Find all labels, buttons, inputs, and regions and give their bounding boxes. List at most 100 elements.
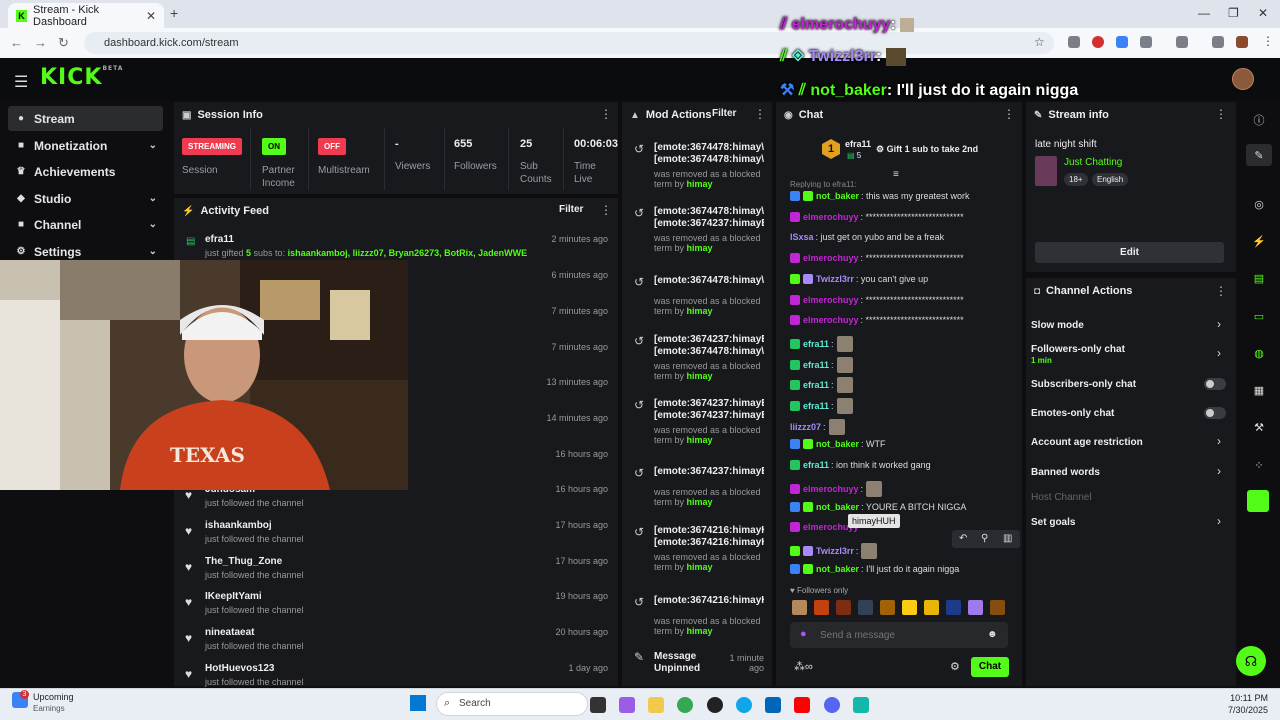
chat-message[interactable]: efra11: ion think it worked gang [790, 460, 931, 470]
feed-name[interactable]: IKeepItYami [205, 591, 262, 602]
kick-points-icon[interactable]: ⁂∞ [794, 660, 813, 673]
delete-icon[interactable]: ▥ [1003, 533, 1012, 544]
emote-picker-icon[interactable] [968, 600, 983, 615]
chat-message[interactable]: elmerochuyy: [790, 481, 883, 497]
undo-icon[interactable]: ↺ [634, 334, 644, 348]
chevron-down-icon[interactable]: ⌄ [149, 246, 157, 257]
widget-title[interactable]: Upcoming [33, 692, 74, 702]
menu-icon[interactable]: ⋮ [1262, 34, 1274, 48]
undo-icon[interactable]: ↺ [634, 142, 644, 156]
pencil-icon[interactable]: ✎ [1252, 149, 1266, 162]
chat-username[interactable]: not_baker [816, 502, 859, 512]
wrench-icon[interactable]: ⚒ [1252, 421, 1266, 434]
hamburger-menu-icon[interactable]: ☰ [14, 72, 28, 92]
mod-menu-icon[interactable]: ⋮ [754, 107, 766, 121]
chat-username[interactable]: efra11 [803, 360, 829, 370]
chat-message[interactable]: Twizzl3rr: you can't give up [790, 274, 928, 284]
reload-icon[interactable]: ↻ [58, 35, 69, 51]
chat-message[interactable]: efra11: [790, 377, 853, 393]
chat-username[interactable]: not_baker [816, 191, 859, 201]
stream-info-menu-icon[interactable]: ⋮ [1215, 107, 1227, 121]
youtube-icon[interactable] [794, 697, 810, 713]
url-field[interactable]: dashboard.kick.com/stream [84, 32, 1054, 54]
feed-name[interactable]: HotHuevos123 [205, 663, 274, 674]
app-icon[interactable] [853, 697, 869, 713]
chat-username[interactable]: lSxsa [790, 232, 814, 242]
activity-menu-icon[interactable]: ⋮ [600, 203, 612, 217]
discord-icon[interactable] [824, 697, 840, 713]
chat-username[interactable]: Twizzl3rr [816, 274, 854, 284]
sidebar-item-monetization[interactable]: ■ Monetization ⌄ [8, 133, 163, 158]
extension-icon[interactable] [1068, 36, 1080, 48]
set-goals-item[interactable]: Set goals [1031, 517, 1075, 528]
chat-username[interactable]: efra11 [803, 339, 829, 349]
emote-picker-icon[interactable] [858, 600, 873, 615]
chat-message[interactable]: lSxsa: just get on yubo and be a freak [790, 232, 944, 242]
app-icon[interactable] [707, 697, 723, 713]
chat-message[interactable]: elmerochuyy: ***************************… [790, 315, 964, 325]
chevron-right-icon[interactable]: › [1217, 464, 1221, 478]
emote-picker-icon[interactable] [990, 600, 1005, 615]
sidebar-item-achievements[interactable]: ♛ Achievements [8, 159, 163, 184]
extension-icon[interactable] [1116, 36, 1128, 48]
sidebar-item-stream[interactable]: ● Stream [8, 106, 163, 131]
chat-username[interactable]: liizzz07 [790, 422, 821, 432]
task-view-icon[interactable] [590, 697, 606, 713]
chat-message[interactable]: efra11: [790, 357, 853, 373]
support-headset-icon[interactable]: ☊ [1236, 646, 1266, 676]
store-icon[interactable] [765, 697, 781, 713]
chat-message[interactable]: efra11: [790, 336, 853, 352]
maximize-icon[interactable]: ❐ [1228, 6, 1239, 20]
emote-picker-icon[interactable] [902, 600, 917, 615]
chevron-down-icon[interactable]: ⌄ [149, 219, 157, 230]
pin-icon[interactable]: ⚲ [981, 533, 988, 544]
copilot-icon[interactable] [619, 697, 635, 713]
chat-username[interactable]: not_baker [816, 439, 859, 449]
chevron-right-icon[interactable]: › [1217, 317, 1221, 331]
chat-username[interactable]: Twizzl3rr [816, 546, 854, 556]
chat-message[interactable]: not_baker: WTF [790, 439, 886, 449]
session-menu-icon[interactable]: ⋮ [600, 107, 612, 121]
broadcast-icon[interactable]: ◍ [1252, 347, 1266, 360]
emote-picker-icon[interactable] [880, 600, 895, 615]
account-age-item[interactable]: Account age restriction [1031, 437, 1143, 448]
chat-message[interactable]: not_baker: YOURE A BITCH NIGGA [790, 502, 966, 512]
browser-tab[interactable]: K Stream - Kick Dashboard ✕ [8, 3, 164, 28]
chat-username[interactable]: efra11 [803, 460, 829, 470]
category-name[interactable]: Just Chatting [1064, 157, 1122, 168]
dots-icon[interactable]: ⁘ [1252, 459, 1266, 472]
chat-username[interactable]: elmerochuyy [803, 253, 859, 263]
banned-words-item[interactable]: Banned words [1031, 467, 1100, 478]
chevron-down-icon[interactable]: ⌄ [149, 140, 157, 151]
sidebar-item-studio[interactable]: ◆ Studio ⌄ [8, 186, 163, 211]
collapse-icon[interactable]: ≡ [893, 169, 899, 180]
chat-message[interactable]: not_baker: this was my greatest work [790, 191, 970, 201]
undo-icon[interactable]: ↺ [634, 466, 644, 480]
profile-icon[interactable] [1236, 36, 1248, 48]
chevron-right-icon[interactable]: › [1217, 346, 1221, 360]
list-icon[interactable]: ▤ [1252, 272, 1266, 285]
chrome-icon[interactable] [677, 697, 693, 713]
chat-username[interactable]: elmerochuyy [803, 484, 859, 494]
reply-icon[interactable]: ↶ [959, 533, 967, 544]
chat-message[interactable]: efra11: [790, 398, 853, 414]
chat-message[interactable]: Twizzl3rr: [790, 543, 878, 559]
undo-icon[interactable]: ↺ [634, 398, 644, 412]
undo-icon[interactable]: ↺ [634, 275, 644, 289]
undo-icon[interactable]: ↺ [634, 206, 644, 220]
emote-picker-icon[interactable] [924, 600, 939, 615]
sidebar-item-channel[interactable]: ■ Channel ⌄ [8, 212, 163, 237]
user-avatar[interactable] [1232, 68, 1254, 90]
activity-filter-button[interactable]: Filter [559, 204, 583, 215]
undo-icon[interactable]: ↺ [634, 525, 644, 539]
puzzle-icon[interactable] [1140, 36, 1152, 48]
extension-icon[interactable] [1092, 36, 1104, 48]
undo-icon[interactable]: ↺ [634, 595, 644, 609]
chat-username[interactable]: elmerochuyy [803, 212, 859, 222]
chat-username[interactable]: efra11 [803, 401, 829, 411]
back-icon[interactable]: ← [10, 35, 23, 50]
forward-icon[interactable]: → [34, 35, 47, 50]
subscribers-only-toggle[interactable] [1204, 378, 1226, 390]
info-icon[interactable]: ⓘ [1252, 112, 1266, 128]
kick-logo[interactable]: KICKBETA [40, 65, 123, 90]
